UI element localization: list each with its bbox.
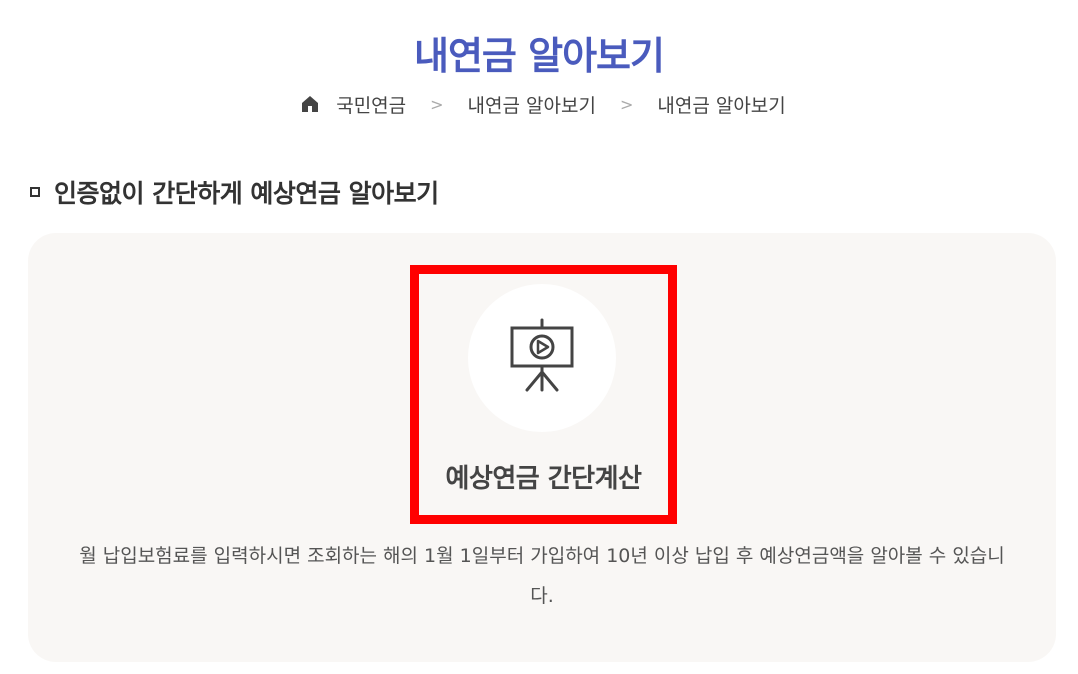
breadcrumb: 국민연금 > 내연금 알아보기 > 내연금 알아보기	[0, 88, 1078, 120]
breadcrumb-item-national-pension[interactable]: 국민연금	[336, 91, 406, 118]
section-heading-text: 인증없이 간단하게 예상연금 알아보기	[54, 179, 439, 208]
card-description: 월 납입보험료를 입력하시면 조회하는 해의 1월 1일부터 가입하여 10년 …	[79, 545, 1005, 607]
breadcrumb-separator: >	[430, 94, 444, 114]
breadcrumb-item-current[interactable]: 내연금 알아보기	[657, 91, 785, 118]
section-heading: 인증없이 간단하게 예상연금 알아보기	[30, 172, 439, 212]
square-bullet-icon	[30, 187, 40, 197]
breadcrumb-item-my-pension[interactable]: 내연금 알아보기	[468, 91, 596, 118]
breadcrumb-separator: >	[619, 94, 634, 114]
page-title: 내연금 알아보기	[414, 34, 665, 78]
home-icon[interactable]	[300, 94, 320, 114]
estimate-calculation-link[interactable]	[410, 265, 677, 524]
